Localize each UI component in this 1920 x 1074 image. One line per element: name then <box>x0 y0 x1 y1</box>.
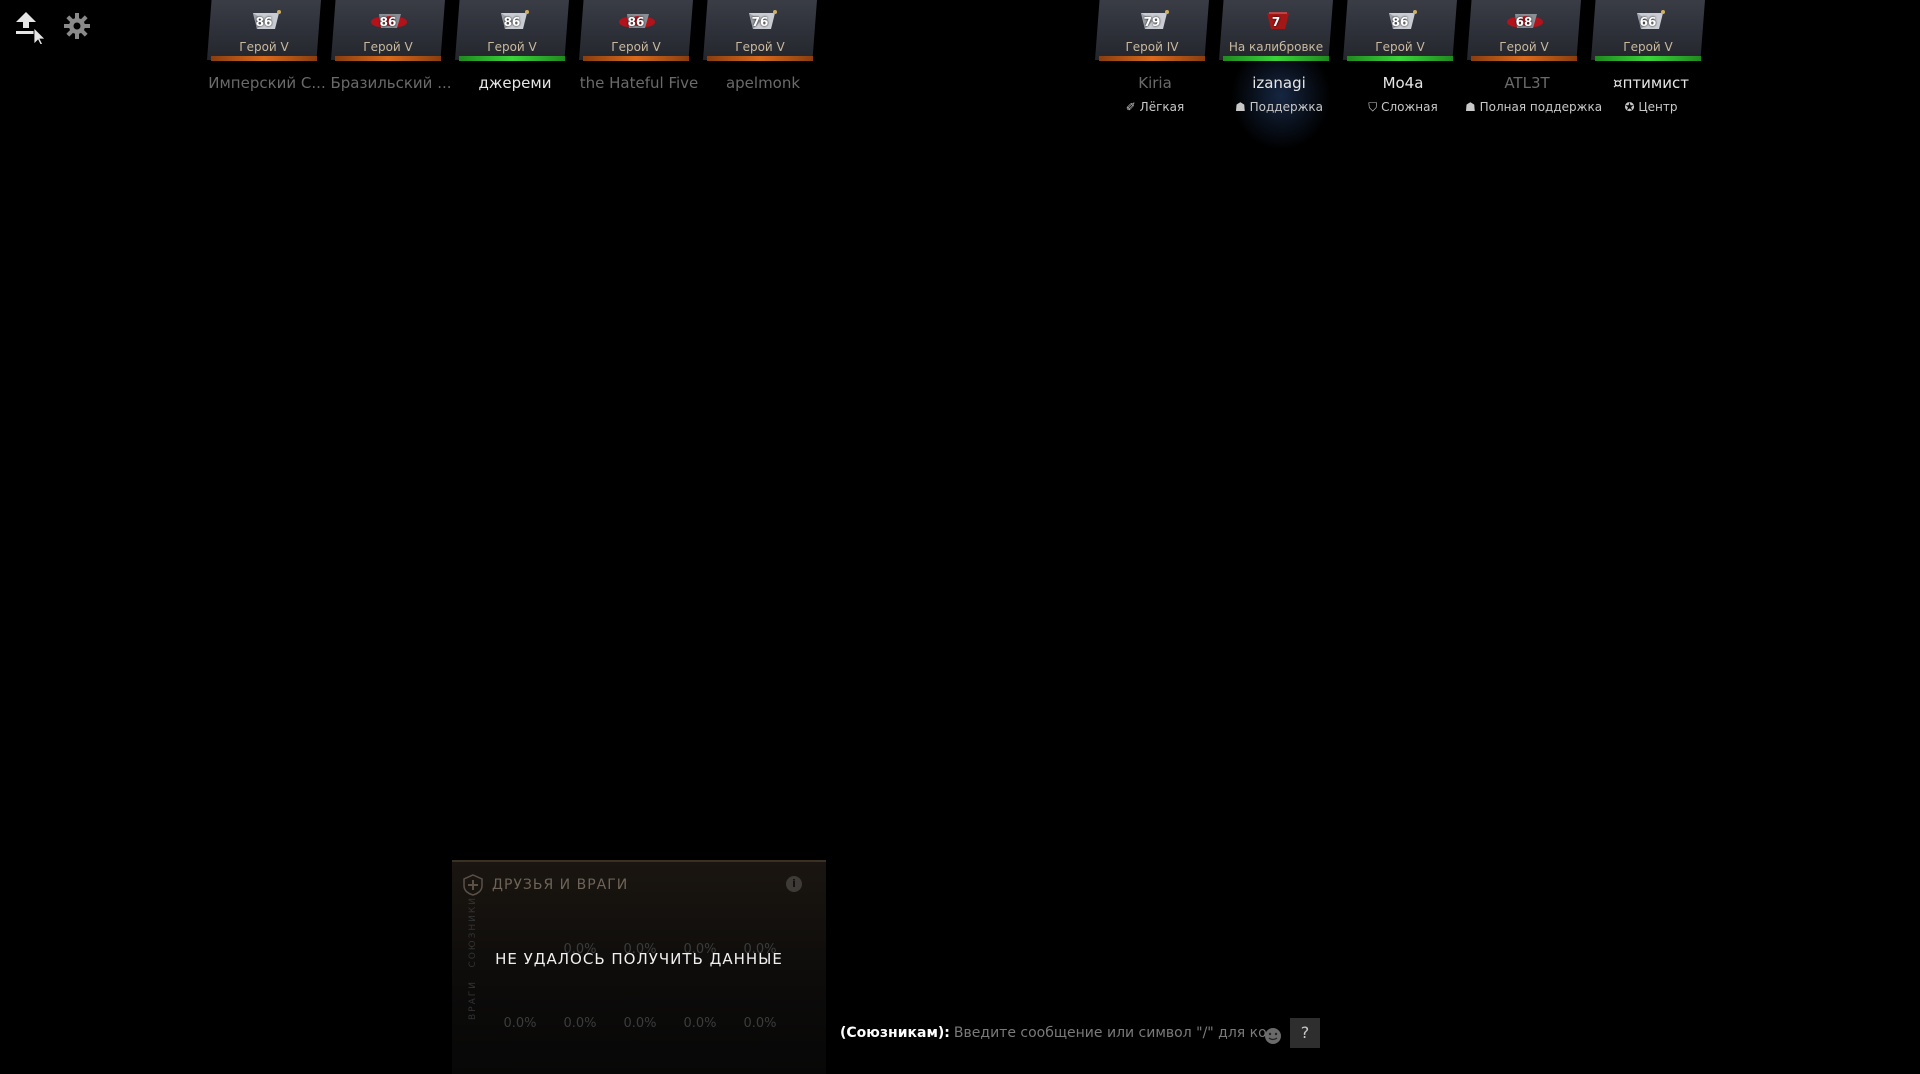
rank-number: 76 <box>751 15 769 29</box>
role-icon: ✐ <box>1125 100 1136 114</box>
upload-arrow-icon[interactable] <box>12 8 46 44</box>
rank-label: Герой V <box>487 40 537 54</box>
rank-badge[interactable]: 68 Герой V <box>1467 0 1581 60</box>
team-color-bar <box>707 56 813 61</box>
rank-label: Герой V <box>735 40 785 54</box>
enemies-value: 0.0% <box>623 1016 657 1031</box>
team-color-bar <box>1223 56 1329 61</box>
team-color-bar <box>335 56 441 61</box>
player-name[interactable]: ¤птимиcт <box>1589 74 1713 92</box>
rank-label: Герой V <box>1623 40 1673 54</box>
radiant-player-slot[interactable]: 86 Герой V the Hateful Five <box>577 0 701 120</box>
enemies-value: 0.0% <box>563 1016 597 1031</box>
rank-badge[interactable]: 86 Герой V <box>331 0 445 60</box>
rank-badge[interactable]: 79 Герой IV <box>1095 0 1209 60</box>
player-name[interactable]: Имперский С... <box>205 74 329 92</box>
rank-badge[interactable]: 66 Герой V <box>1591 0 1705 60</box>
player-role: ⛉ Сложная <box>1341 100 1465 115</box>
player-name[interactable]: apelmonk <box>701 74 825 92</box>
player-name[interactable]: ATL3T <box>1465 74 1589 92</box>
player-name[interactable]: Kiria <box>1093 74 1217 92</box>
team-color-bar <box>459 56 565 61</box>
player-name[interactable]: izanagi <box>1217 74 1341 92</box>
rank-badge[interactable]: 86 Герой V <box>207 0 321 60</box>
info-icon[interactable]: i <box>786 876 802 892</box>
rank-badge[interactable]: 86 Герой V <box>1343 0 1457 60</box>
rank-number: 86 <box>627 15 645 29</box>
radiant-player-slot[interactable]: 86 Герой V джереми <box>453 0 577 120</box>
rank-badge[interactable]: 76 Герой V <box>703 0 817 60</box>
role-icon: ☗ <box>1465 100 1476 114</box>
plus-shield-icon <box>463 874 483 896</box>
rank-label: Герой IV <box>1125 40 1179 54</box>
role-label: Центр <box>1638 100 1678 114</box>
rank-number: 79 <box>1143 15 1161 29</box>
role-icon: ⛉ <box>1368 100 1378 114</box>
role-label: Поддержка <box>1249 100 1323 114</box>
team-color-bar <box>583 56 689 61</box>
chat-input[interactable] <box>953 1025 1274 1041</box>
error-message: НЕ УДАЛОСЬ ПОЛУЧИТЬ ДАННЫЕ <box>495 950 783 968</box>
dire-player-slot[interactable]: 66 Герой V ¤птимиcт ✪ Центр <box>1589 0 1713 120</box>
team-color-bar <box>1595 56 1701 61</box>
dire-player-slot[interactable]: 7 На калибровке izanagi ☗ Поддержка <box>1217 0 1341 150</box>
dire-player-slot[interactable]: 68 Герой V ATL3T ☗ Полная поддержка <box>1465 0 1602 120</box>
player-name[interactable]: Mo4a <box>1341 74 1465 92</box>
radiant-player-slot[interactable]: 86 Герой V Имперский С... <box>205 0 329 120</box>
player-name[interactable]: Бразильский ... <box>329 74 453 92</box>
team-color-bar <box>211 56 317 61</box>
radiant-player-slot[interactable]: 86 Герой V Бразильский ... <box>329 0 453 120</box>
game-screen: 86 Герой V Имперский С... 86 Герой V Бразильс… <box>0 0 1920 1074</box>
chat-channel-label[interactable]: (Союзникам): <box>840 1025 950 1041</box>
enemies-values-row: 0.0% 0.0% 0.0% 0.0% 0.0% <box>490 1016 790 1031</box>
player-name[interactable]: the Hateful Five <box>577 74 701 92</box>
dire-team: 79 Герой IV Kiria ✐ Лёгкая 7 На калибровке iza… <box>1093 0 1713 150</box>
rank-number: 86 <box>1391 15 1409 29</box>
dire-player-slot[interactable]: 79 Герой IV Kiria ✐ Лёгкая <box>1093 0 1217 120</box>
rank-label: Герой V <box>1375 40 1425 54</box>
friends-enemies-panel: ДРУЗЬЯ И ВРАГИ i СОЮЗНИКИ ВРАГИ 0.0% 0.0… <box>452 860 826 1074</box>
rank-label: Герой V <box>239 40 289 54</box>
radiant-player-slot[interactable]: 76 Герой V apelmonk <box>701 0 825 120</box>
dire-player-slot[interactable]: 86 Герой V Mo4a ⛉ Сложная <box>1341 0 1465 120</box>
rank-number: 86 <box>379 15 397 29</box>
friends-enemies-header: ДРУЗЬЯ И ВРАГИ <box>462 874 628 896</box>
player-role: ✪ Центр <box>1589 100 1713 114</box>
rank-number: 86 <box>255 15 273 29</box>
role-icon: ☗ <box>1235 100 1246 114</box>
rank-number: 7 <box>1271 15 1281 29</box>
team-color-bar <box>1347 56 1453 61</box>
radiant-team: 86 Герой V Имперский С... 86 Герой V Бразильс… <box>205 0 825 120</box>
enemies-value: 0.0% <box>743 1016 777 1031</box>
enemies-value: 0.0% <box>503 1016 537 1031</box>
role-label: Полная поддержка <box>1479 100 1603 114</box>
help-button[interactable]: ? <box>1290 1018 1320 1048</box>
chat-bar: (Союзникам): ? <box>840 1018 1320 1048</box>
role-label: Лёгкая <box>1139 100 1185 114</box>
role-label: Сложная <box>1381 100 1438 114</box>
rank-badge[interactable]: 86 Герой V <box>455 0 569 60</box>
enemies-side-label: ВРАГИ <box>468 980 478 1020</box>
rank-badge[interactable]: 7 На калибровке <box>1219 0 1333 60</box>
rank-label: Герой V <box>611 40 661 54</box>
team-color-bar <box>1099 56 1205 61</box>
gear-icon[interactable] <box>60 8 94 44</box>
player-name[interactable]: джереми <box>453 74 577 92</box>
rank-number: 66 <box>1639 15 1657 29</box>
rank-label: Герой V <box>1499 40 1549 54</box>
player-role: ☗ Полная поддержка <box>1465 100 1602 114</box>
rank-badge[interactable]: 86 Герой V <box>579 0 693 60</box>
rank-number: 68 <box>1515 15 1533 29</box>
friends-enemies-title: ДРУЗЬЯ И ВРАГИ <box>492 877 629 893</box>
enemies-value: 0.0% <box>683 1016 717 1031</box>
rank-number: 86 <box>503 15 521 29</box>
role-icon: ✪ <box>1624 100 1635 114</box>
player-role: ✐ Лёгкая <box>1093 100 1217 114</box>
team-color-bar <box>1471 56 1577 61</box>
rank-label: На калибровке <box>1228 40 1324 54</box>
rank-label: Герой V <box>363 40 413 54</box>
emoji-icon[interactable] <box>1264 1027 1282 1045</box>
player-role: ☗ Поддержка <box>1217 100 1341 114</box>
